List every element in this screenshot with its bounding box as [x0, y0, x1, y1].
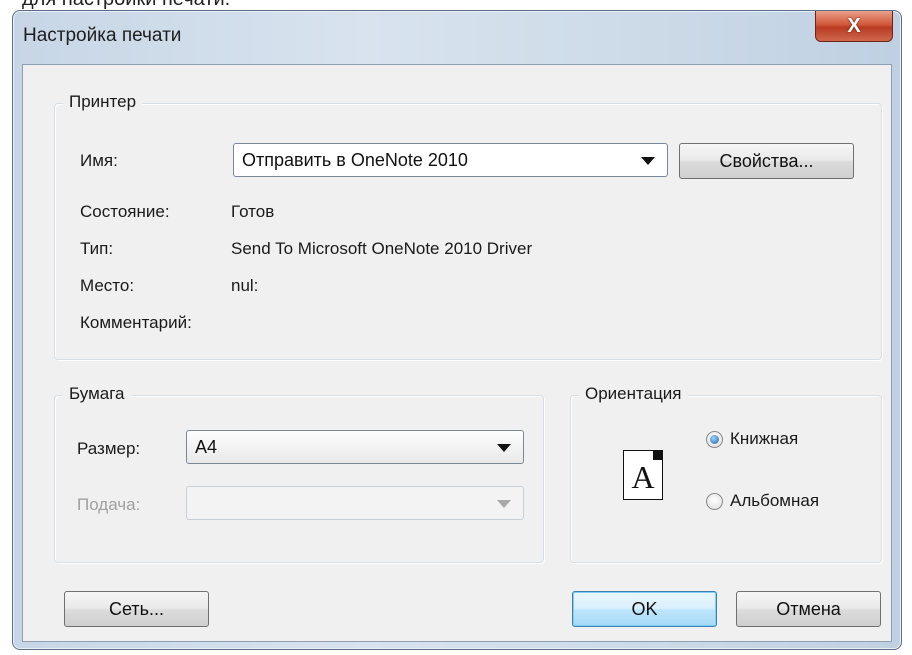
close-icon: X	[847, 14, 861, 37]
paper-source-combobox[interactable]	[186, 486, 524, 520]
dialog-title: Настройка печати	[23, 25, 182, 46]
printer-location-value: nul:	[231, 276, 259, 295]
paper-group-legend: Бумага	[63, 384, 131, 404]
chevron-down-icon	[497, 444, 511, 452]
dialog-client-area: Принтер Имя: Отправить в OneNote 2010 Св…	[22, 64, 892, 642]
printer-type-value: Send To Microsoft OneNote 2010 Driver	[231, 239, 533, 258]
page-letter: A	[631, 459, 655, 495]
paper-source-label: Подача:	[77, 495, 141, 514]
chevron-down-icon	[497, 500, 511, 508]
ok-button[interactable]: OK	[572, 591, 717, 627]
printer-name-value: Отправить в OneNote 2010	[242, 150, 468, 170]
paper-size-combobox[interactable]: A4	[186, 430, 524, 464]
orientation-group: Ориентация	[570, 384, 882, 563]
properties-button[interactable]: Свойства...	[679, 143, 854, 179]
printer-comment-label: Комментарий:	[80, 313, 192, 332]
printer-status-label: Состояние:	[80, 202, 170, 221]
printer-type-label: Тип:	[80, 239, 114, 258]
printer-name-combobox[interactable]: Отправить в OneNote 2010	[233, 143, 668, 177]
orientation-group-legend: Ориентация	[579, 384, 688, 404]
printer-status-value: Готов	[231, 202, 275, 221]
printer-group-legend: Принтер	[63, 92, 143, 112]
page-orientation-icon: A	[623, 449, 664, 500]
paper-size-value: A4	[195, 437, 218, 457]
portrait-radio[interactable]	[706, 431, 723, 448]
chevron-down-icon	[641, 157, 655, 165]
print-setup-dialog: Настройка печати X Принтер Имя: Отправит…	[12, 10, 902, 650]
network-button[interactable]: Сеть...	[64, 591, 209, 627]
portrait-label[interactable]: Книжная	[730, 429, 798, 449]
paper-size-label: Размер:	[77, 439, 141, 458]
landscape-label[interactable]: Альбомная	[730, 491, 819, 511]
close-button[interactable]: X	[815, 11, 893, 42]
printer-location-label: Место:	[80, 276, 135, 295]
printer-name-label: Имя:	[80, 151, 118, 170]
cancel-button[interactable]: Отмена	[736, 591, 881, 627]
paper-group: Бумага	[54, 384, 544, 563]
landscape-radio[interactable]	[706, 493, 723, 510]
